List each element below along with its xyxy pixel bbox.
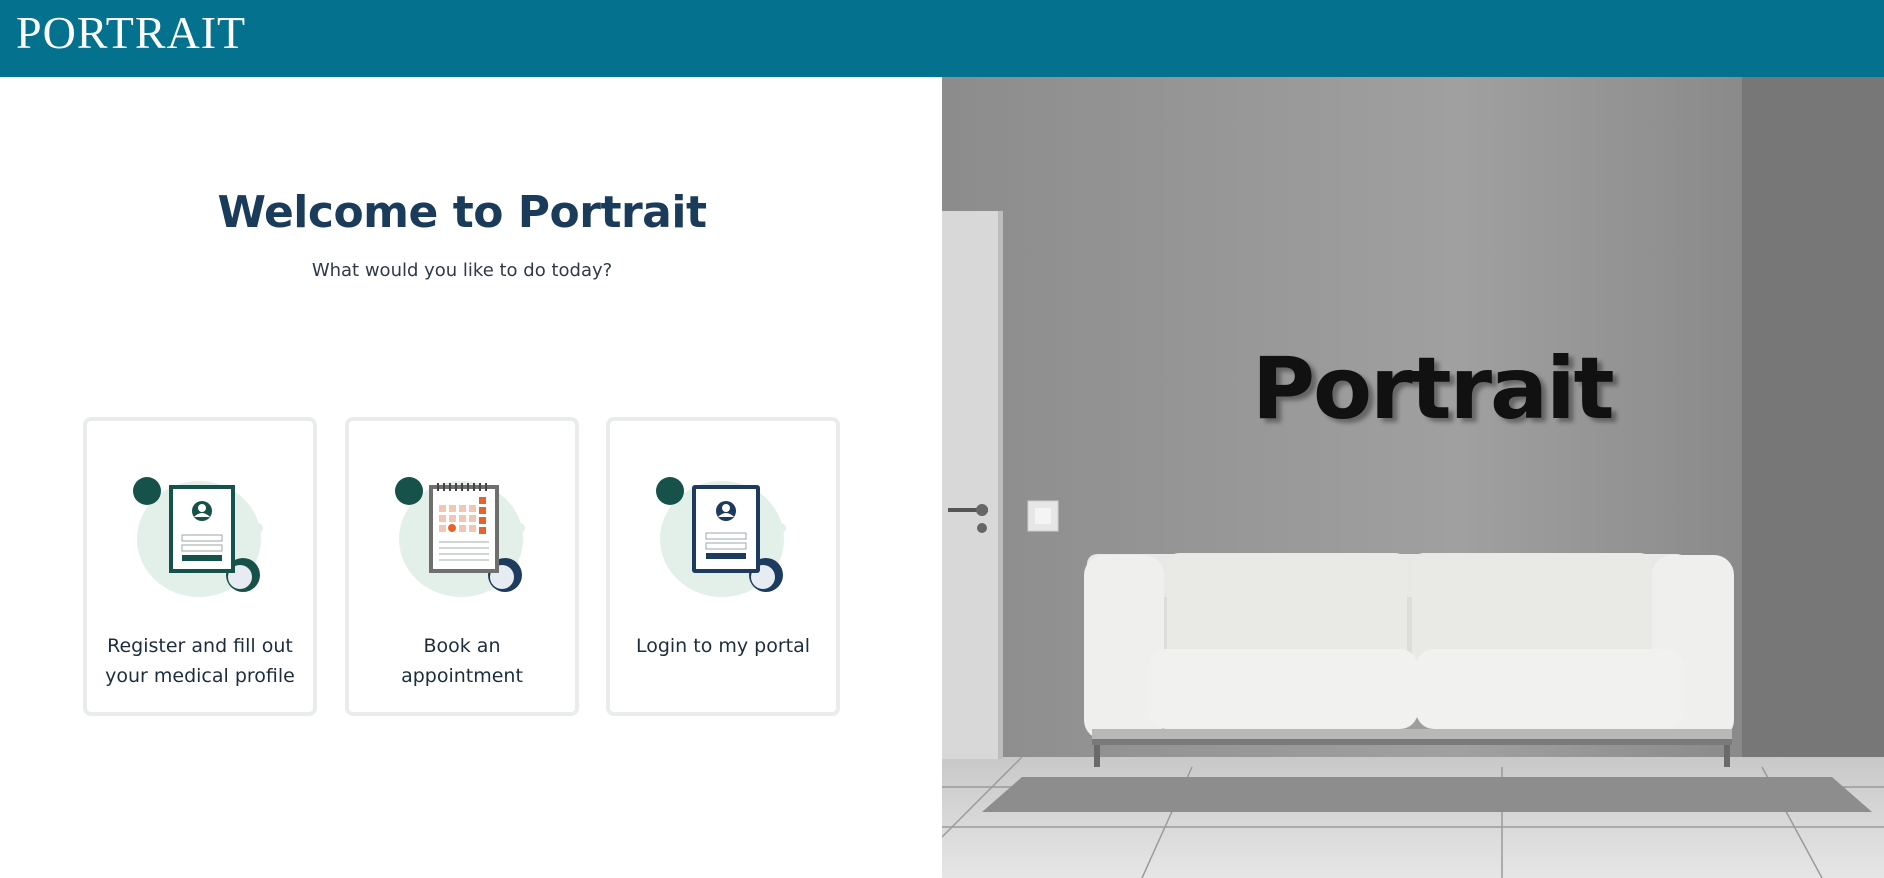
top-header: PORTRAIT (0, 0, 1884, 77)
sofa-room-image: Portrait (942, 77, 1884, 878)
login-tablet-icon (656, 477, 786, 597)
register-card-label-line2: your medical profile (105, 665, 295, 687)
book-appointment-card[interactable]: Book an appointment (345, 417, 579, 716)
sofa-illustration (1084, 553, 1734, 767)
page-subtitle: What would you like to do today? (311, 260, 613, 281)
register-card-label-line1: Register and fill out (107, 635, 293, 657)
welcome-panel: Welcome to Portrait What would you like … (0, 77, 942, 878)
wall-sign-text: Portrait (1252, 339, 1615, 439)
login-portal-card-label: Login to my portal (610, 631, 836, 661)
book-appointment-card-label-line2: appointment (401, 665, 523, 687)
room-scene-illustration (942, 77, 1884, 878)
book-appointment-card-label: Book an appointment (349, 631, 575, 691)
portrait-logo[interactable]: PORTRAIT (16, 10, 246, 56)
book-appointment-card-label-line1: Book an (423, 635, 501, 657)
page-title: Welcome to Portrait (217, 187, 707, 238)
register-card[interactable]: Register and fill out your medical profi… (83, 417, 317, 716)
login-portal-card[interactable]: Login to my portal (606, 417, 840, 716)
calendar-icon (395, 477, 525, 597)
register-form-icon (133, 477, 263, 597)
login-portal-card-label-line1: Login to my portal (635, 635, 811, 657)
register-card-label: Register and fill out your medical profi… (87, 631, 313, 691)
